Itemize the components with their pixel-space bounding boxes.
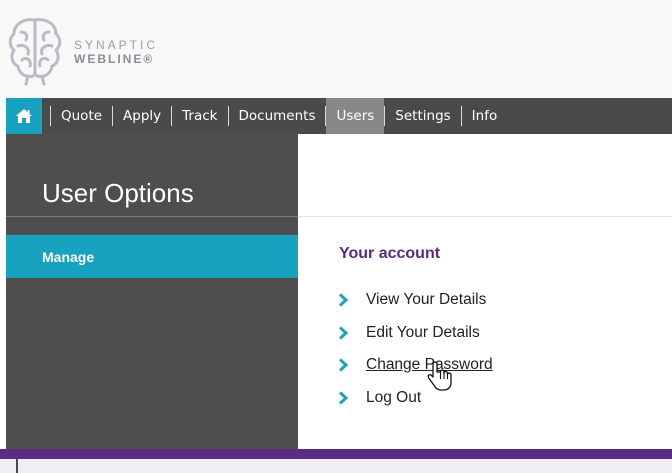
- link-edit-details[interactable]: Edit Your Details: [337, 317, 493, 350]
- link-view-details[interactable]: View Your Details: [337, 284, 493, 317]
- nav-item-documents[interactable]: Documents: [229, 98, 326, 134]
- chevron-right-icon: [338, 391, 349, 405]
- nav-item-info[interactable]: Info: [462, 98, 508, 134]
- main-nav: Quote Apply Track Documents Users Settin…: [6, 98, 672, 134]
- home-icon: [16, 109, 32, 123]
- link-label[interactable]: Edit Your Details: [366, 324, 480, 342]
- content-divider: [298, 216, 672, 217]
- nav-item-apply[interactable]: Apply: [113, 98, 171, 134]
- link-log-out[interactable]: Log Out: [337, 382, 493, 415]
- sidebar-item-manage[interactable]: Manage: [6, 235, 298, 278]
- chevron-right-icon: [338, 326, 349, 340]
- brand-line-2: WEBLINE®: [74, 52, 155, 66]
- chevron-right-icon: [338, 358, 349, 372]
- nav-item-users[interactable]: Users: [326, 98, 385, 134]
- footer: [0, 459, 672, 473]
- logo[interactable]: SYNAPTIC WEBLINE®: [6, 14, 158, 86]
- sidebar-divider: [6, 216, 298, 217]
- section-title: Your account: [339, 245, 441, 262]
- nav-home[interactable]: [6, 98, 42, 134]
- chevron-right-icon: [338, 293, 349, 307]
- brand-text: SYNAPTIC WEBLINE®: [74, 38, 158, 66]
- footer-bar: [0, 449, 672, 459]
- brand-line-1: SYNAPTIC: [74, 38, 159, 52]
- nav-item-track[interactable]: Track: [172, 98, 227, 134]
- sidebar-item-label: Manage: [42, 248, 95, 265]
- sidebar-title: User Options: [42, 178, 194, 208]
- link-label[interactable]: Log Out: [366, 389, 421, 407]
- nav-item-settings[interactable]: Settings: [385, 98, 460, 134]
- header: SYNAPTIC WEBLINE®: [0, 0, 672, 98]
- sidebar: User Options Manage: [6, 134, 298, 449]
- link-label[interactable]: View Your Details: [366, 291, 486, 309]
- footer-marker: [16, 459, 18, 473]
- hand-cursor-icon: [427, 361, 452, 391]
- link-change-password[interactable]: Change Password: [337, 349, 493, 382]
- nav-item-quote[interactable]: Quote: [51, 98, 112, 134]
- brain-logo-icon: [8, 18, 62, 86]
- account-links: View Your Details Edit Your Details Chan…: [337, 284, 493, 414]
